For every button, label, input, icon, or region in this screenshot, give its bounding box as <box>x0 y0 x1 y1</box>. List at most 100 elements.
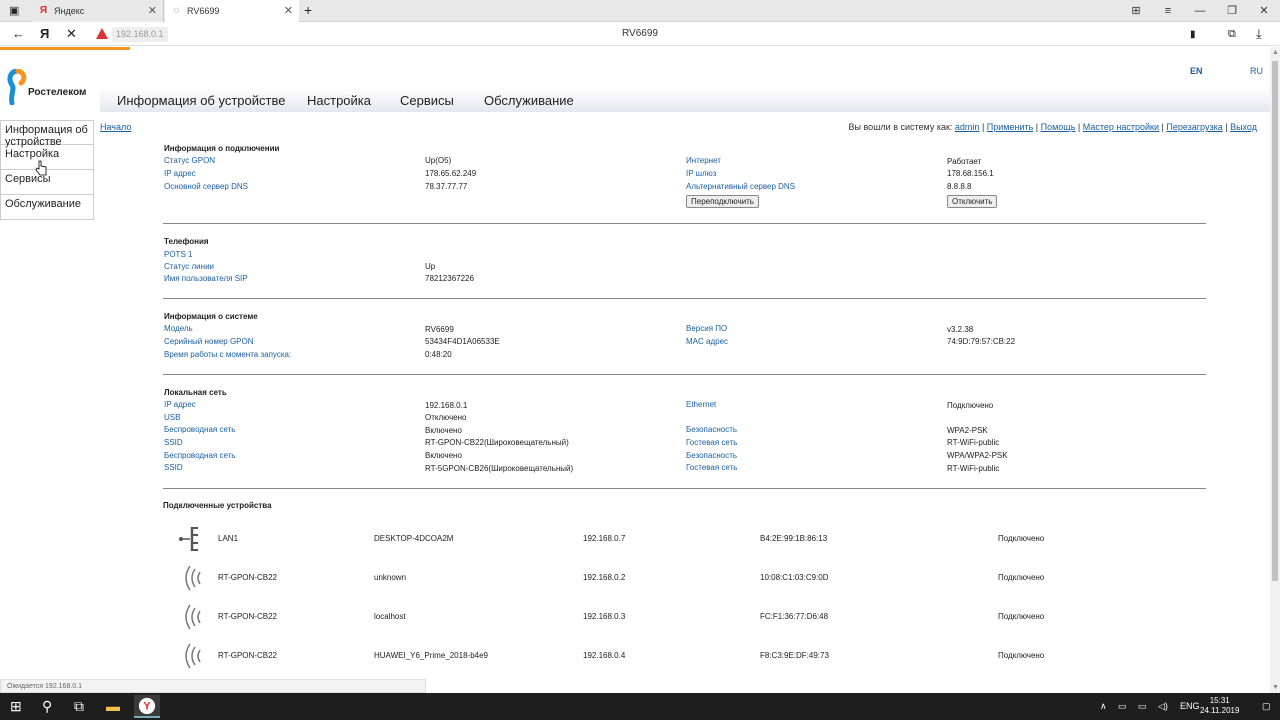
scroll-up-icon[interactable]: ▲ <box>1272 49 1279 56</box>
ssid-value: RT-GPON-CB22(Широковещательный) <box>425 438 569 447</box>
ethernet-icon <box>179 527 198 551</box>
pots-label: POTS 1 <box>164 250 193 259</box>
close-tab-icon[interactable]: ✕ <box>284 4 293 17</box>
mac-value: 74:9D:79:57:CB:22 <box>947 337 1016 346</box>
bookmarks-icon[interactable]: ⊞ <box>1120 0 1152 22</box>
reconnect-button[interactable]: Переподключить <box>686 195 759 208</box>
gpon-status-label: Статус GPON <box>164 156 216 165</box>
close-tab-icon[interactable]: ✕ <box>148 4 157 17</box>
device-name: localhost <box>374 612 406 621</box>
device-name: DESKTOP-4DCOA2M <box>374 534 454 543</box>
sidebar-item-maintenance[interactable]: Обслуживание <box>0 195 94 220</box>
task-view-icon[interactable]: ⧉ <box>74 698 84 714</box>
restore-icon[interactable]: ❐ <box>1216 0 1248 22</box>
disconnect-button[interactable]: Отключить <box>947 195 998 208</box>
gpon-status-value: Up(O5) <box>425 156 452 165</box>
user-menu: Вы вошли в систему как: admin | Применит… <box>848 122 1257 132</box>
notifications-icon[interactable]: ▢ <box>1262 701 1271 712</box>
download-icon[interactable]: ⤓ <box>1256 27 1262 41</box>
close-window-icon[interactable]: ✕ <box>1248 0 1280 22</box>
breadcrumb[interactable]: Начало <box>100 122 131 132</box>
ip-label: IP адрес <box>164 169 196 178</box>
user-link[interactable]: admin <box>955 122 980 132</box>
security-label: Безопасность <box>686 425 738 434</box>
bookmark-icon[interactable]: ▮ <box>1190 28 1196 42</box>
sidebar-item-settings[interactable]: Настройка <box>0 145 94 170</box>
dns-label: Основной сервер DNS <box>164 182 248 191</box>
section-title-connection: Информация о подключении <box>164 144 280 153</box>
help-link[interactable]: Помощь <box>1041 122 1076 132</box>
new-tab-icon[interactable]: + <box>304 3 312 17</box>
line-status-value: Up <box>425 262 436 271</box>
tab-yandex[interactable]: Я Яндекс ✕ <box>32 0 164 22</box>
network-icon[interactable]: ▭ <box>1118 701 1127 712</box>
gateway-value: 178.68.156.1 <box>947 169 994 178</box>
router-page: Ростелеком EN RU Информация об устройств… <box>0 47 1270 693</box>
clock[interactable]: 15:31 24.11.2019 <box>1200 696 1239 716</box>
device-ip: 192.168.0.7 <box>583 534 626 543</box>
ssid-label: SSID <box>164 438 183 447</box>
scroll-thumb[interactable] <box>1272 61 1278 581</box>
divider <box>163 374 1206 375</box>
address-bar: ← Я ✕ 192.168.0.1 RV6699 ▮ ⧉ ⤓ <box>0 23 1280 46</box>
serial-value: 53434F4D1A06533E <box>425 337 500 346</box>
device-iface: LAN1 <box>218 534 239 543</box>
logout-link[interactable]: Выход <box>1230 122 1257 132</box>
nav-device-info[interactable]: Информация об устройстве <box>117 93 285 108</box>
uptime-label: Время работы с момента запуска: <box>164 350 292 359</box>
sidebar-item-services[interactable]: Сервисы <box>0 170 94 195</box>
firmware-value: v3.2.38 <box>947 325 974 334</box>
usb-value: Отключено <box>425 413 467 422</box>
sip-user-value: 78212367226 <box>425 274 474 283</box>
device-mac: B4:2E:99:1B:86:13 <box>760 534 828 543</box>
minimize-icon[interactable]: — <box>1184 0 1216 22</box>
tray-chevron-icon[interactable]: ∧ <box>1100 701 1107 712</box>
battery-icon[interactable]: ▭ <box>1138 701 1147 712</box>
device-ip: 192.168.0.4 <box>583 651 626 660</box>
translate-icon[interactable]: ⧉ <box>1228 27 1236 41</box>
ethernet-value: Подключено <box>947 401 994 410</box>
table-row: RT-GPON-CB22 unknown 192.168.0.2 10:08:C… <box>163 563 1206 593</box>
tab-rv6699[interactable]: ◌ RV6699 ✕ <box>165 0 299 22</box>
nav-services[interactable]: Сервисы <box>400 93 454 108</box>
wireless-label: Беспроводная сеть <box>164 425 236 434</box>
device-mac: F8:C3:9E:DF:49:73 <box>760 651 829 660</box>
menu-icon[interactable]: ≡ <box>1152 0 1184 22</box>
alt-dns-label: Альтернативный сервер DNS <box>686 182 796 191</box>
clock-time: 15:31 <box>1209 696 1230 705</box>
file-explorer-icon[interactable]: ▬ <box>106 698 120 714</box>
rostelecom-logo[interactable]: Ростелеком <box>6 69 96 109</box>
guest-network-label: Гостевая сеть <box>686 463 738 472</box>
lang-en-link[interactable]: EN <box>1190 66 1203 76</box>
divider <box>163 298 1206 299</box>
gateway-label: IP шлюз <box>686 169 717 178</box>
internet-value: Работает <box>947 157 982 166</box>
search-icon[interactable]: ⚲ <box>42 698 52 714</box>
nav-maintenance[interactable]: Обслуживание <box>484 93 574 108</box>
device-ip: 192.168.0.2 <box>583 573 626 582</box>
wifi-icon <box>185 604 201 630</box>
volume-icon[interactable]: ◁) <box>1158 701 1168 712</box>
lan-ip-label: IP адрес <box>164 400 196 409</box>
reboot-link[interactable]: Перезагрузка <box>1166 122 1222 132</box>
ssid-label: SSID <box>164 463 183 472</box>
page-scrollbar[interactable]: ▲ ▼ <box>1270 47 1280 693</box>
tab-manager-icon[interactable]: ▣ <box>9 4 19 18</box>
loading-icon: ◌ <box>173 5 180 16</box>
accent-bar <box>0 47 130 50</box>
page-title: RV6699 <box>622 28 658 39</box>
lang-ru-link[interactable]: RU <box>1250 66 1263 76</box>
windows-start-icon[interactable]: ⊞ <box>10 698 22 714</box>
guest-network-value: RT-WiFi-public <box>947 438 1000 447</box>
scroll-down-icon[interactable]: ▼ <box>1272 684 1279 691</box>
nav-settings[interactable]: Настройка <box>307 93 371 108</box>
logo-icon <box>7 69 27 105</box>
sidebar: Информация об устройстве Настройка Серви… <box>0 120 94 220</box>
apply-link[interactable]: Применить <box>987 122 1034 132</box>
yandex-browser-taskbar-icon[interactable]: Y <box>134 695 160 718</box>
wizard-link[interactable]: Мастер настройки <box>1083 122 1159 132</box>
line-status-label: Статус линии <box>164 262 215 271</box>
browser-tab-bar: ▣ Я Яндекс ✕ ◌ RV6699 ✕ + ⊞ ≡ — ❐ ✕ <box>0 0 1280 22</box>
sidebar-item-device-info[interactable]: Информация об устройстве <box>0 120 94 148</box>
language-indicator[interactable]: ENG <box>1180 701 1200 711</box>
